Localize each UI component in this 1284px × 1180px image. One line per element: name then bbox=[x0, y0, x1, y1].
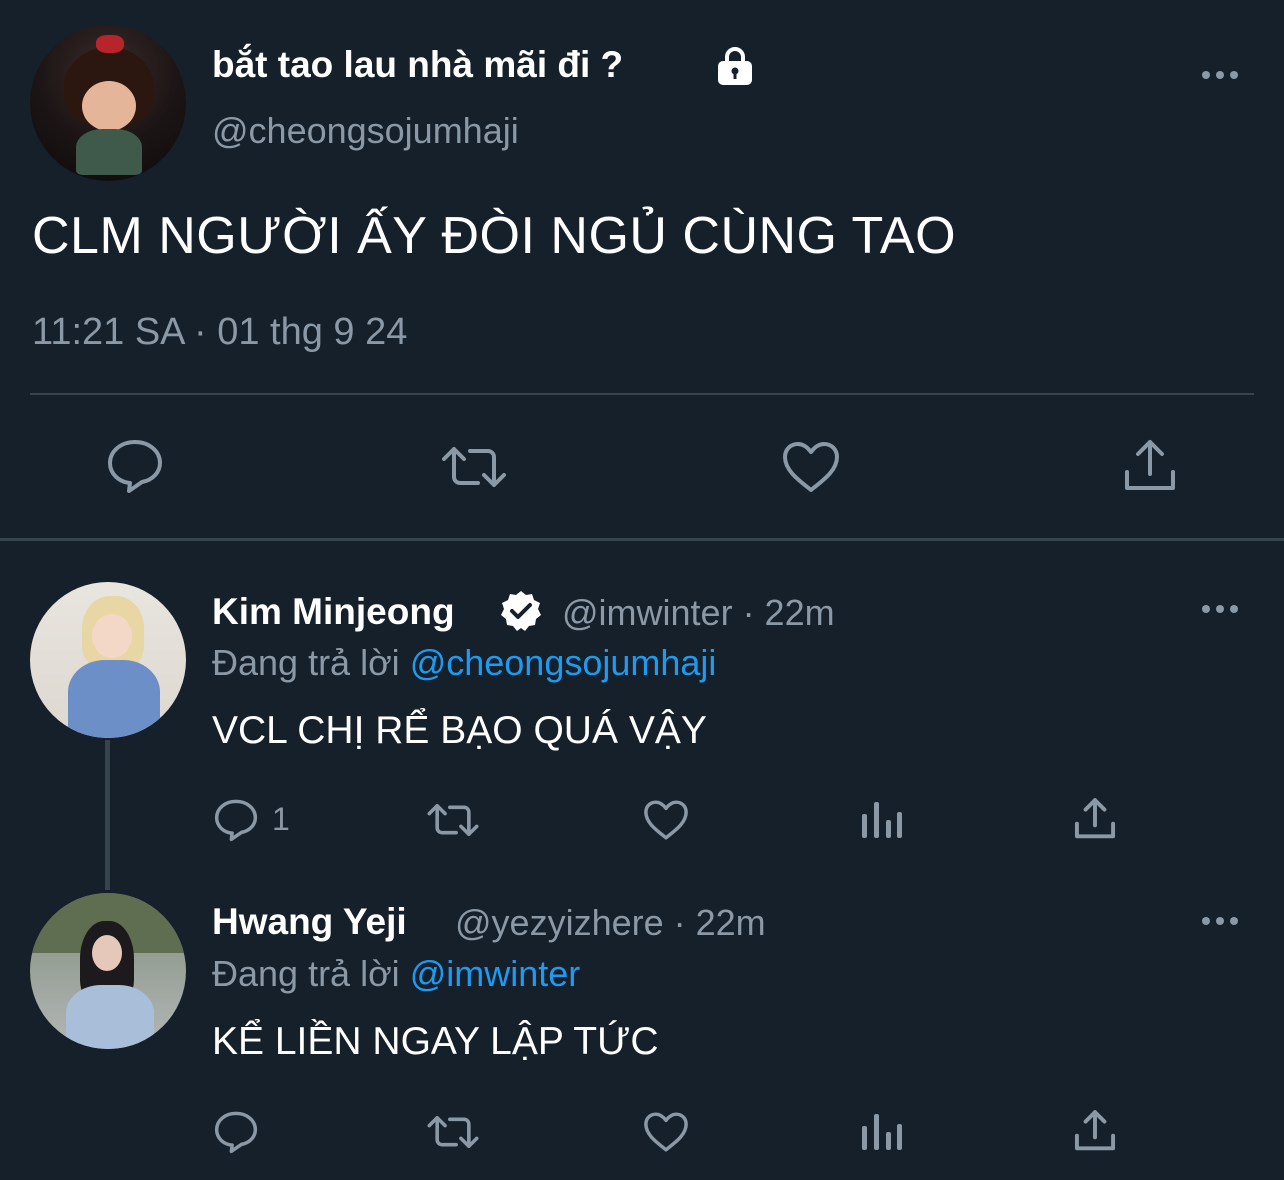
tweet-text: KỂ LIỀN NGAY LẬP TỨC bbox=[212, 1020, 659, 1063]
handle[interactable]: @cheongsojumhaji bbox=[212, 110, 519, 152]
thread-connector bbox=[105, 740, 110, 890]
like-button[interactable] bbox=[642, 799, 690, 841]
replying-to: Đang trả lời @imwinter bbox=[212, 953, 580, 995]
analytics-icon bbox=[862, 802, 902, 838]
like-icon bbox=[644, 1112, 688, 1152]
replying-to-label: Đang trả lời bbox=[212, 642, 410, 683]
handle-and-time[interactable]: @yezyizhere · 22m bbox=[455, 902, 766, 944]
reply-button[interactable] bbox=[212, 797, 260, 843]
avatar-face bbox=[92, 935, 122, 971]
like-button[interactable] bbox=[780, 440, 842, 494]
section-divider bbox=[0, 538, 1284, 541]
reply-button[interactable] bbox=[212, 1109, 260, 1155]
retweet-icon bbox=[442, 447, 506, 487]
mention-link[interactable]: @cheongsojumhaji bbox=[410, 642, 717, 683]
tweet-text: VCL CHỊ RỂ BẠO QUÁ VẬY bbox=[212, 709, 707, 752]
divider bbox=[30, 393, 1254, 395]
avatar-body bbox=[66, 985, 154, 1049]
more-icon[interactable] bbox=[1200, 603, 1240, 615]
avatar-body bbox=[76, 129, 142, 175]
handle-and-time[interactable]: @imwinter · 22m bbox=[562, 592, 835, 634]
avatar[interactable] bbox=[30, 25, 186, 181]
verified-badge-icon bbox=[501, 591, 541, 631]
more-icon[interactable] bbox=[1200, 69, 1240, 81]
avatar[interactable] bbox=[30, 582, 186, 738]
analytics-button[interactable] bbox=[860, 1112, 904, 1152]
lock-icon bbox=[718, 47, 752, 85]
retweet-icon bbox=[427, 803, 479, 837]
reply-icon bbox=[214, 799, 258, 842]
display-name[interactable]: Hwang Yeji bbox=[212, 901, 407, 943]
retweet-button[interactable] bbox=[440, 443, 508, 491]
avatar-body bbox=[68, 660, 160, 738]
share-button[interactable] bbox=[1073, 797, 1117, 841]
avatar-bow bbox=[96, 35, 124, 53]
display-name[interactable]: bắt tao lau nhà mãi đi ? bbox=[212, 44, 623, 86]
like-button[interactable] bbox=[642, 1111, 690, 1153]
mention-link[interactable]: @imwinter bbox=[410, 953, 581, 994]
retweet-button[interactable] bbox=[426, 1113, 480, 1151]
share-icon bbox=[1074, 1110, 1116, 1151]
reply-button[interactable] bbox=[104, 437, 166, 495]
main-tweet: bắt tao lau nhà mãi đi ? @cheongsojumhaj… bbox=[0, 0, 1284, 538]
share-button[interactable] bbox=[1122, 438, 1178, 494]
avatar[interactable] bbox=[30, 893, 186, 1049]
replying-to-label: Đang trả lời bbox=[212, 953, 410, 994]
like-icon bbox=[783, 442, 839, 492]
retweet-button[interactable] bbox=[426, 801, 480, 839]
analytics-icon bbox=[862, 1114, 902, 1150]
analytics-button[interactable] bbox=[860, 800, 904, 840]
share-icon bbox=[1074, 798, 1116, 839]
timestamp[interactable]: 11:21 SA · 01 thg 9 24 bbox=[32, 311, 407, 354]
more-icon[interactable] bbox=[1200, 915, 1240, 927]
avatar-face bbox=[82, 81, 136, 131]
retweet-icon bbox=[427, 1115, 479, 1149]
share-button[interactable] bbox=[1073, 1109, 1117, 1153]
reply-icon bbox=[108, 440, 162, 493]
tweet-text: CLM NGƯỜI ẤY ĐÒI NGỦ CÙNG TAO bbox=[32, 207, 957, 265]
reply-count: 1 bbox=[272, 801, 290, 837]
replying-to: Đang trả lời @cheongsojumhaji bbox=[212, 642, 716, 684]
display-name[interactable]: Kim Minjeong bbox=[212, 591, 455, 633]
avatar-face bbox=[92, 614, 132, 658]
share-icon bbox=[1125, 440, 1175, 490]
reply-icon bbox=[214, 1111, 258, 1154]
like-icon bbox=[644, 800, 688, 840]
tweet-detail-page: bắt tao lau nhà mãi đi ? @cheongsojumhaj… bbox=[0, 0, 1284, 1180]
